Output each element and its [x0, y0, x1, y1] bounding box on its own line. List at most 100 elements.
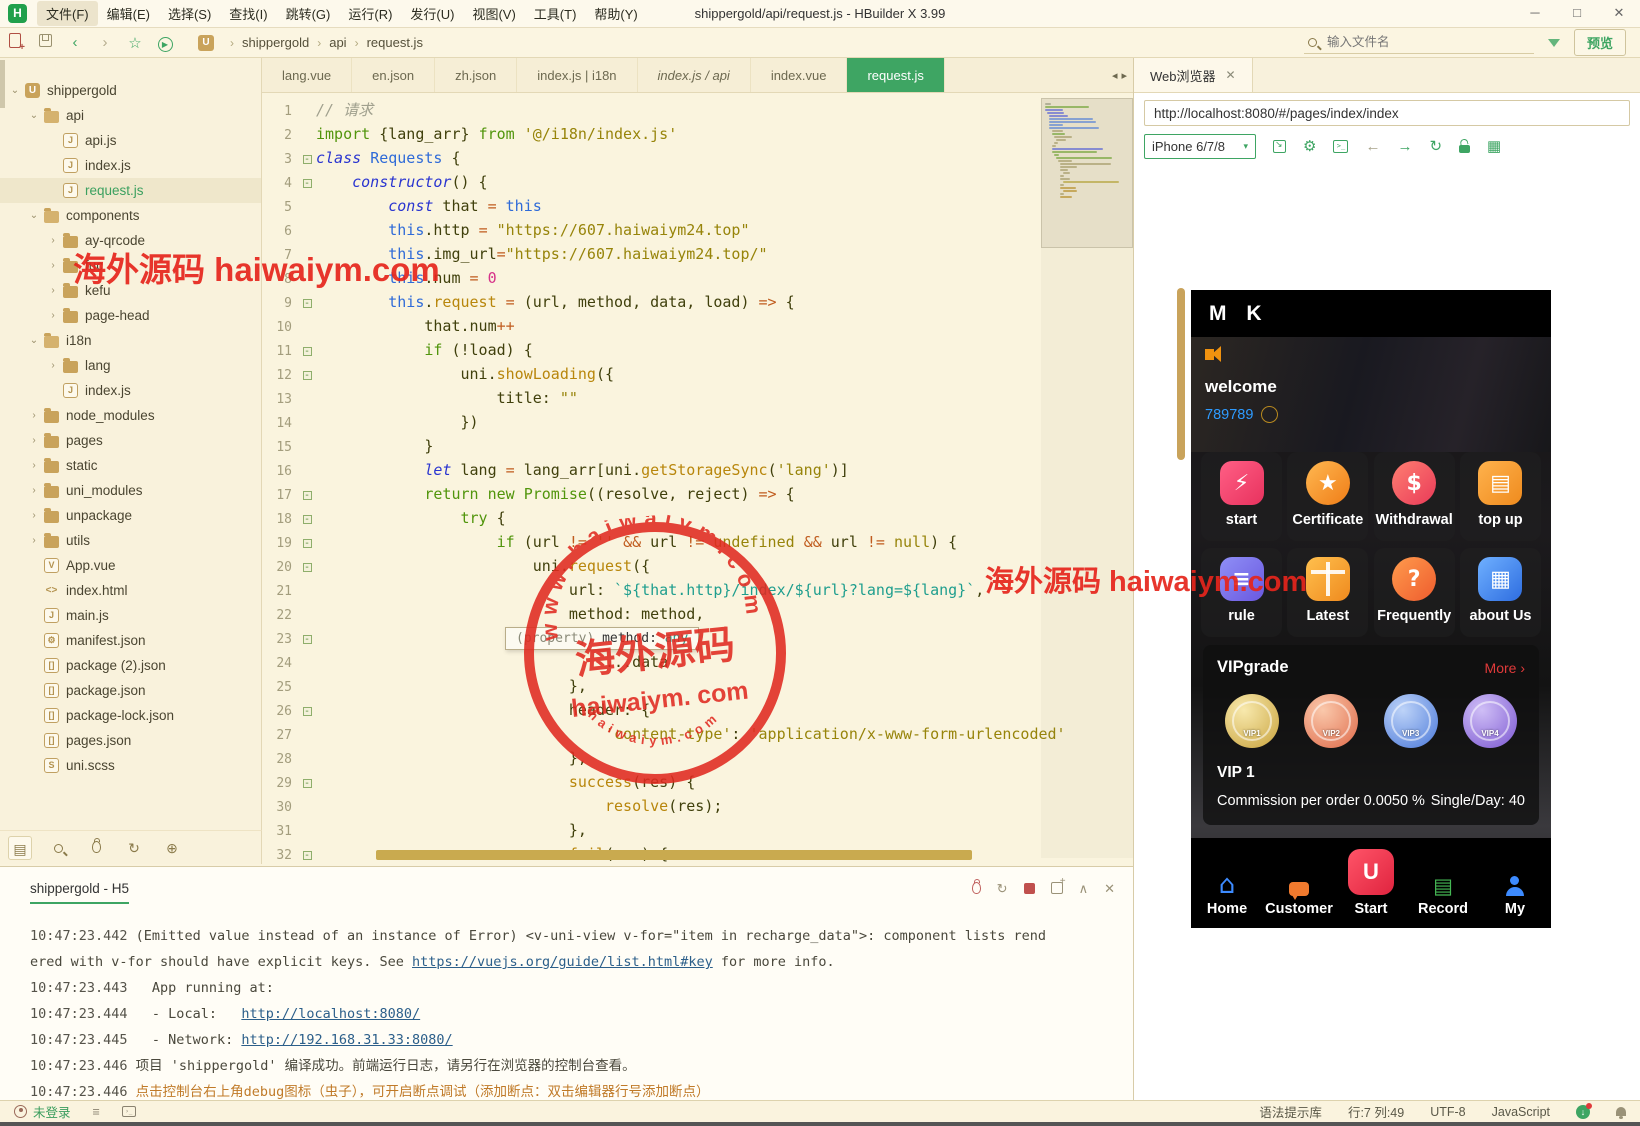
tree-item-pages[interactable]: › pages	[0, 428, 261, 453]
nav-item-customer[interactable]: Customer	[1263, 838, 1335, 928]
cursor-position[interactable]: 行:7 列:49	[1348, 1102, 1404, 1121]
vip-badge-vip4[interactable]: VIP4	[1462, 694, 1517, 748]
tree-item-api-js[interactable]: Japi.js	[0, 128, 261, 153]
fold-marker-icon[interactable]: -	[298, 770, 316, 794]
tree-item-request-js[interactable]: Jrequest.js	[0, 178, 261, 203]
run-button[interactable]: ▶	[150, 34, 180, 52]
menu-item-跳转-g[interactable]: 跳转(G)	[277, 1, 340, 26]
menu-item-工具-t[interactable]: 工具(T)	[525, 1, 586, 26]
tree-item-static[interactable]: › static	[0, 453, 261, 478]
editor-tab-zh-json[interactable]: zh.json	[435, 58, 518, 92]
browser-tab[interactable]: Web浏览器 ✕	[1134, 58, 1253, 92]
debug-icon[interactable]	[84, 836, 108, 860]
language-mode[interactable]: JavaScript	[1492, 1105, 1550, 1119]
file-search-input[interactable]	[1324, 34, 1495, 50]
refresh-icon[interactable]: ↻	[1429, 139, 1442, 154]
editor-tab-en-json[interactable]: en.json	[352, 58, 436, 92]
nav-back-icon[interactable]: ←	[1365, 139, 1380, 154]
terminal-icon[interactable]: ›_	[121, 1106, 136, 1117]
fold-marker-icon[interactable]: -	[298, 338, 316, 362]
tree-item-unpackage[interactable]: › unpackage	[0, 503, 261, 528]
console-restart-icon[interactable]: ↻	[997, 881, 1008, 897]
tree-item-package-json[interactable]: [] package.json	[0, 678, 261, 703]
forward-button[interactable]: ›	[90, 34, 120, 51]
tab-scroll-right-icon[interactable]: ▸	[1121, 69, 1127, 82]
unlock-icon[interactable]	[1459, 145, 1471, 153]
tree-item-package-2-json[interactable]: [] package (2).json	[0, 653, 261, 678]
console-collapse-icon[interactable]: ∧	[1079, 881, 1089, 897]
fold-marker-icon[interactable]: -	[298, 506, 316, 530]
back-button[interactable]: ‹	[60, 34, 90, 51]
web-view-icon[interactable]: ⊕	[160, 836, 184, 860]
gear-icon[interactable]: ⚙	[1303, 139, 1316, 154]
app-menu-withdrawal[interactable]: $ Withdrawal	[1373, 452, 1455, 541]
app-menu-top-up[interactable]: ▤ top up	[1459, 452, 1541, 541]
fold-marker-icon[interactable]: -	[298, 842, 316, 866]
breadcrumb-item-api[interactable]: api	[329, 35, 346, 50]
outline-icon[interactable]: ≡	[93, 1105, 100, 1119]
app-menu-certificate[interactable]: ★ Certificate	[1287, 452, 1369, 541]
nav-item-record[interactable]: ▤ Record	[1407, 838, 1479, 928]
menu-item-帮助-y[interactable]: 帮助(Y)	[585, 1, 646, 26]
console-debug-icon[interactable]	[971, 878, 981, 897]
sync-icon[interactable]: ↻	[122, 836, 146, 860]
save-button[interactable]	[30, 34, 60, 51]
preview-scrollbar[interactable]	[1177, 288, 1185, 460]
tab-scroll-left-icon[interactable]: ◂	[1112, 69, 1118, 82]
console-link[interactable]: http://localhost:8080/	[241, 1006, 420, 1022]
fold-marker-icon[interactable]: -	[298, 626, 316, 650]
binoculars-search-icon[interactable]	[46, 836, 70, 860]
fold-marker-icon[interactable]: -	[298, 146, 316, 170]
tree-item-index-html[interactable]: <> index.html	[0, 578, 261, 603]
nav-item-my[interactable]: My	[1479, 838, 1551, 928]
new-file-button[interactable]	[0, 33, 30, 53]
user-id-row[interactable]: 789789	[1205, 406, 1537, 423]
browser-tab-close-icon[interactable]: ✕	[1226, 68, 1236, 82]
encoding-label[interactable]: UTF-8	[1430, 1105, 1465, 1119]
tree-item-pages-json[interactable]: [] pages.json	[0, 728, 261, 753]
tree-item-api[interactable]: ⌄ api	[0, 103, 261, 128]
qr-code-icon[interactable]: ▦	[1487, 139, 1501, 154]
tree-item-uni-modules[interactable]: › uni_modules	[0, 478, 261, 503]
menu-item-查找-i[interactable]: 查找(I)	[220, 1, 276, 26]
tree-item-node-modules[interactable]: › node_modules	[0, 403, 261, 428]
vip-badge-vip2[interactable]: VIP2	[1304, 694, 1359, 748]
tree-item-i18n[interactable]: ⌄ i18n	[0, 328, 261, 353]
fold-marker-icon[interactable]: -	[298, 170, 316, 194]
console-export-icon[interactable]	[1050, 876, 1066, 897]
nav-item-home[interactable]: ⌂ Home	[1191, 838, 1263, 928]
nav-forward-icon[interactable]: →	[1397, 139, 1412, 154]
files-view-icon[interactable]: ▤	[8, 835, 32, 860]
bell-icon[interactable]	[1616, 1107, 1626, 1119]
minimap[interactable]	[1041, 98, 1133, 858]
login-status[interactable]: 未登录	[14, 1102, 71, 1121]
syntax-lib-label[interactable]: 语法提示库	[1259, 1102, 1322, 1121]
menu-item-运行-r[interactable]: 运行(R)	[339, 1, 401, 26]
fold-marker-icon[interactable]: -	[298, 362, 316, 386]
app-menu-start[interactable]: ⚡ start	[1201, 452, 1282, 541]
tree-item-index-js[interactable]: Jindex.js	[0, 378, 261, 403]
fold-marker-icon[interactable]: -	[298, 554, 316, 578]
minimap-viewport[interactable]	[1041, 98, 1133, 248]
minimize-button[interactable]: ─	[1514, 0, 1556, 28]
open-external-icon[interactable]	[1273, 139, 1286, 153]
fold-marker-icon[interactable]: -	[298, 698, 316, 722]
vip-badge-vip3[interactable]: VIP3	[1383, 694, 1438, 748]
editor-tab-index-vue[interactable]: index.vue	[751, 58, 848, 92]
console-link[interactable]: http://192.168.31.33:8080/	[241, 1032, 452, 1048]
tree-item-app-vue[interactable]: V App.vue	[0, 553, 261, 578]
horizontal-scrollbar[interactable]	[376, 850, 972, 860]
console-tab[interactable]: shippergold - H5	[30, 881, 130, 904]
app-menu-about-us[interactable]: ▦ about Us	[1459, 548, 1541, 637]
maximize-button[interactable]: □	[1556, 0, 1598, 28]
editor-tab-lang-vue[interactable]: lang.vue	[262, 58, 353, 92]
update-icon[interactable]: ↓	[1576, 1102, 1592, 1119]
more-link[interactable]: More ›	[1485, 660, 1525, 676]
close-button[interactable]: ✕	[1598, 0, 1640, 28]
menu-item-选择-s[interactable]: 选择(S)	[159, 1, 220, 26]
console-close-icon[interactable]: ✕	[1104, 881, 1115, 897]
editor-tab-request-js[interactable]: request.js	[847, 58, 945, 92]
tree-item-page-head[interactable]: › page-head	[0, 303, 261, 328]
menu-item-发行-u[interactable]: 发行(U)	[401, 1, 463, 26]
file-search-box[interactable]	[1303, 32, 1534, 54]
